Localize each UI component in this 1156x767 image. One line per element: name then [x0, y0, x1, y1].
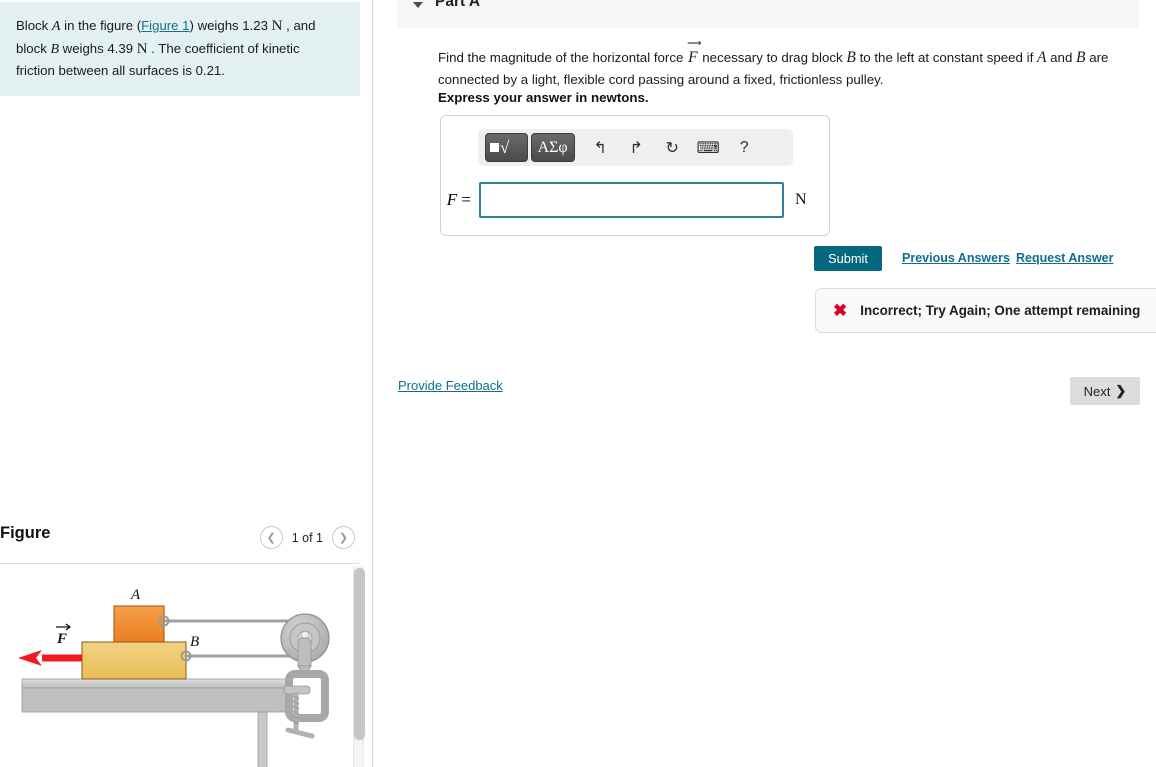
- chevron-right-icon: ❯: [338, 532, 349, 544]
- problem-text-2: in the figure (: [60, 18, 142, 33]
- question-force-symbol: ⟶ F: [687, 38, 702, 67]
- figure-1-link[interactable]: Figure 1: [141, 18, 189, 33]
- left-panel: Block A in the figure (Figure 1) weighs …: [0, 0, 373, 767]
- error-x-icon: ✖: [833, 301, 848, 320]
- keyboard-icon[interactable]: ⌨: [692, 133, 725, 162]
- question-block-b: B: [846, 49, 856, 66]
- mastering-physics-page: Block A in the figure (Figure 1) weighs …: [0, 0, 1156, 767]
- feedback-banner: ✖ Incorrect; Try Again; One attempt rema…: [815, 288, 1156, 333]
- problem-text-5: weighs 4.39: [59, 41, 137, 57]
- answer-unit: N: [795, 191, 807, 208]
- figure-header: Figure ❮ 1 of 1 ❯: [0, 524, 360, 562]
- part-header[interactable]: Part A: [397, 0, 1139, 28]
- problem-statement: Block A in the figure (Figure 1) weighs …: [0, 2, 360, 96]
- figure-scrollbar-thumb[interactable]: [354, 568, 365, 740]
- submit-button[interactable]: Submit: [814, 246, 882, 271]
- answer-entry-panel: √⃞ ΑΣφ ↰ ↱ ↻ ⌨ ? F = N: [440, 115, 830, 236]
- answer-variable-label: F =: [441, 190, 479, 210]
- question-block-b2: B: [1076, 49, 1086, 66]
- next-button-label: Next: [1083, 383, 1111, 399]
- chevron-left-icon: ❮: [266, 532, 276, 544]
- question-seg-1: Find the magnitude of the horizontal for…: [438, 50, 688, 65]
- undo-icon[interactable]: ↰: [584, 133, 617, 162]
- next-button[interactable]: Next ❯: [1070, 377, 1140, 405]
- answer-input[interactable]: [479, 182, 784, 218]
- reset-icon[interactable]: ↻: [656, 133, 689, 162]
- label-block-a: A: [130, 587, 141, 603]
- vector-arrow-icon: ⟶: [687, 38, 702, 49]
- nth-root-icon: √⃞: [500, 138, 523, 157]
- greek-symbols-button[interactable]: ΑΣφ: [530, 133, 575, 162]
- provide-feedback-link[interactable]: Provide Feedback: [398, 378, 503, 393]
- answer-variable: F: [446, 190, 458, 209]
- figure-page-count: 1 of 1: [291, 530, 323, 545]
- answer-equation-row: F = N: [441, 178, 831, 222]
- physics-diagram: A B F: [18, 587, 330, 767]
- answer-instruction: Express your answer in newtons.: [438, 90, 649, 105]
- figure-scrollbar[interactable]: [353, 566, 365, 767]
- question-seg-3: to the left at constant speed if: [855, 50, 1037, 65]
- chevron-right-icon: ❯: [1115, 383, 1127, 398]
- figure-prev-button[interactable]: ❮: [259, 526, 283, 549]
- template-button[interactable]: √⃞: [485, 133, 528, 162]
- label-block-b: B: [190, 634, 199, 650]
- figure-title: Figure: [0, 524, 51, 542]
- request-answer-link[interactable]: Request Answer: [1016, 251, 1113, 265]
- redo-icon[interactable]: ↱: [620, 133, 653, 162]
- question-seg-4: and: [1046, 50, 1077, 65]
- problem-unit-2: N: [136, 41, 148, 58]
- chevron-down-icon: [413, 2, 423, 8]
- problem-text-1: Block: [16, 18, 52, 33]
- problem-unit-1: N: [271, 18, 283, 34]
- label-force-f: F: [56, 631, 67, 647]
- figure-viewport[interactable]: A B F: [0, 563, 360, 767]
- question-text: Find the magnitude of the horizontal for…: [438, 38, 1128, 91]
- figure-next-button[interactable]: ❯: [332, 526, 355, 549]
- feedback-message: Incorrect; Try Again; One attempt remain…: [860, 303, 1141, 318]
- math-toolbar: √⃞ ΑΣφ ↰ ↱ ↻ ⌨ ?: [478, 129, 793, 166]
- help-icon[interactable]: ?: [728, 133, 761, 162]
- part-title: Part A: [435, 0, 481, 10]
- figure-navigation: ❮ 1 of 1 ❯: [259, 526, 355, 549]
- problem-var-b: B: [50, 42, 60, 58]
- question-seg-2: necessary to drag block: [698, 50, 847, 65]
- problem-text-3: ) weighs 1.23: [189, 18, 272, 33]
- previous-answers-link[interactable]: Previous Answers: [902, 251, 1010, 265]
- square-fill-icon: [490, 143, 499, 152]
- equals-sign: =: [461, 190, 471, 209]
